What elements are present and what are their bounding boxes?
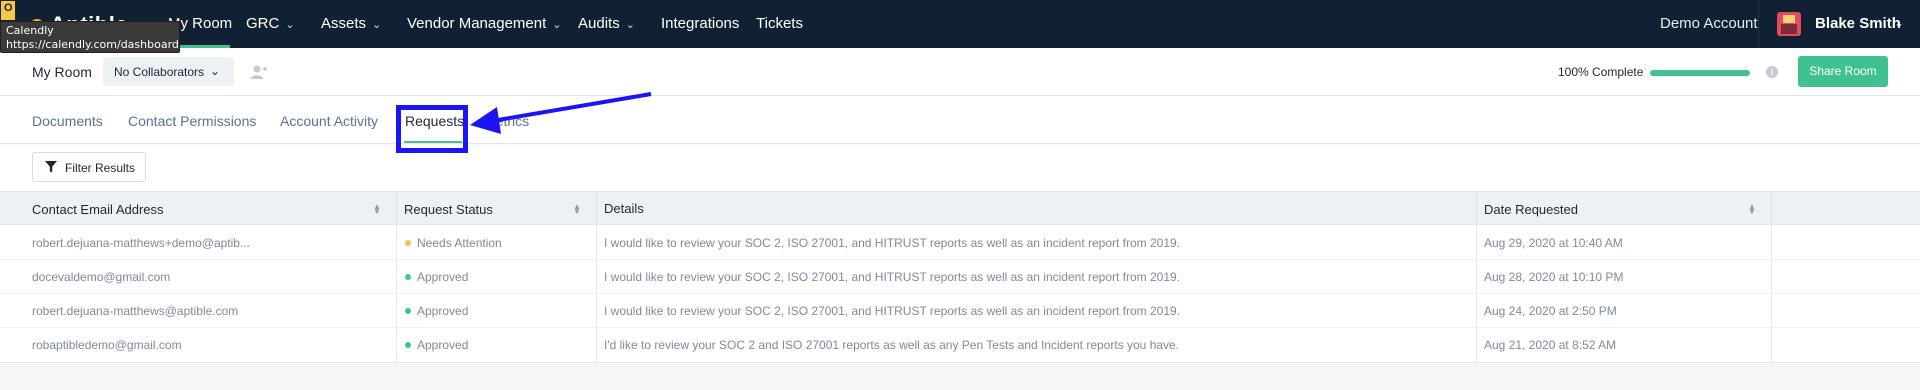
table-header: Contact Email Address ▲ ▼ Request Status …: [0, 191, 1920, 225]
chevron-down-icon[interactable]: ⌄: [1894, 16, 1904, 30]
status-dot-icon: [405, 274, 411, 280]
tooltip-url: https://calendly.com/dashboard: [6, 38, 179, 51]
extension-icon[interactable]: O: [0, 0, 16, 21]
filter-results-button[interactable]: Filter Results: [32, 152, 146, 182]
collaborators-dropdown[interactable]: No Collaborators ⌄: [103, 57, 234, 86]
row-email: docevaldemo@gmail.com: [32, 270, 171, 284]
filter-results-label: Filter Results: [65, 161, 136, 175]
nav-item-integrations[interactable]: Integrations: [661, 15, 739, 32]
column-header-details: Details: [604, 201, 644, 216]
nav-item-label: Audits: [578, 15, 620, 32]
column-header-date-requested[interactable]: Date Requested: [1484, 202, 1578, 217]
tab-metrics[interactable]: Metrics: [484, 113, 529, 129]
status-label: Needs Attention: [417, 236, 502, 250]
filter-toolbar: Filter Results: [0, 145, 1920, 191]
nav-item-label: GRC: [246, 15, 280, 32]
nav-item-assets[interactable]: Assets ⌄: [321, 15, 381, 32]
nav-item-label: Tickets: [756, 15, 803, 32]
sort-icon[interactable]: ▲ ▼: [573, 203, 581, 216]
chevron-down-icon: ⌄: [372, 19, 382, 31]
table-row[interactable]: robert.dejuana-matthews@aptible.com Appr…: [0, 294, 1920, 328]
nav-item-audits[interactable]: Audits ⌄: [578, 15, 635, 32]
row-email: robaptibledemo@gmail.com: [32, 338, 182, 352]
column-header-request-status[interactable]: Request Status: [404, 202, 493, 217]
chevron-down-icon: ⌄: [285, 19, 295, 31]
row-email: robert.dejuana-matthews+demo@aptib...: [32, 236, 250, 250]
chevron-down-icon: ⌄: [552, 19, 562, 31]
table-row[interactable]: robaptibledemo@gmail.com Approved I'd li…: [0, 328, 1920, 362]
user-name[interactable]: Blake Smith: [1815, 15, 1901, 32]
row-email: robert.dejuana-matthews@aptible.com: [32, 304, 239, 318]
tooltip-title: Calendly: [6, 24, 54, 37]
account-switcher[interactable]: Demo Account: [1660, 15, 1758, 32]
row-details: I would like to review your SOC 2, ISO 2…: [604, 270, 1181, 284]
table-row[interactable]: docevaldemo@gmail.com Approved I would l…: [0, 260, 1920, 294]
requests-table: Contact Email Address ▲ ▼ Request Status …: [0, 191, 1920, 363]
status-dot-icon: [405, 240, 411, 246]
row-details: I would like to review your SOC 2, ISO 2…: [604, 236, 1181, 250]
row-date: Aug 29, 2020 at 10:40 AM: [1484, 236, 1623, 250]
link-tooltip: Calendly https://calendly.com/dashboard: [0, 21, 180, 53]
user-avatar[interactable]: [1777, 12, 1801, 36]
tab-account-activity[interactable]: Account Activity: [280, 113, 378, 129]
room-header: My Room No Collaborators ⌄ 100% Complete…: [0, 48, 1920, 96]
row-date: Aug 21, 2020 at 8:52 AM: [1484, 338, 1617, 352]
row-date: Aug 24, 2020 at 2:50 PM: [1484, 304, 1617, 318]
status-dot-icon: [405, 342, 411, 348]
add-person-icon[interactable]: [250, 64, 268, 80]
row-details: I'd like to review your SOC 2 and ISO 27…: [604, 338, 1180, 352]
row-date: Aug 28, 2020 at 10:10 PM: [1484, 270, 1624, 284]
row-status: Needs Attention: [405, 236, 502, 250]
sort-icon[interactable]: ▲ ▼: [1748, 203, 1756, 216]
row-status: Approved: [405, 338, 468, 352]
chevron-down-icon: ⌄: [210, 64, 221, 78]
status-label: Approved: [417, 270, 469, 284]
tab-contact-permissions[interactable]: Contact Permissions: [128, 113, 256, 129]
status-label: Approved: [417, 338, 469, 352]
nav-item-label: Integrations: [661, 15, 740, 32]
room-title: My Room: [32, 64, 92, 80]
chevron-down-icon: ⌄: [625, 19, 635, 31]
nav-item-label: Assets: [321, 15, 367, 32]
progress-label: 100% Complete: [1558, 65, 1644, 79]
tab-documents[interactable]: Documents: [32, 113, 103, 129]
row-details: I would like to review your SOC 2, ISO 2…: [604, 304, 1181, 318]
column-header-contact-email[interactable]: Contact Email Address: [32, 202, 164, 217]
top-navigation: Aptible My Room GRC⌄ Assets⌄ Vendor Mana…: [0, 0, 1920, 48]
nav-divider: [1758, 0, 1759, 48]
status-dot-icon: [405, 308, 411, 314]
filter-icon: [45, 161, 57, 173]
page-background: [0, 363, 1920, 390]
row-status: Approved: [405, 270, 468, 284]
share-room-button[interactable]: Share Room: [1798, 56, 1888, 87]
collaborators-label: No Collaborators: [114, 65, 205, 79]
status-label: Approved: [417, 304, 469, 318]
progress-fill: [1650, 70, 1750, 76]
annotation-highlight-box: [396, 105, 468, 153]
row-status: Approved: [405, 304, 468, 318]
progress-bar: [1650, 70, 1750, 76]
table-row[interactable]: robert.dejuana-matthews+demo@aptib... Ne…: [0, 226, 1920, 260]
nav-item-label: Vendor Management: [407, 15, 547, 32]
nav-item-grc[interactable]: GRC ⌄: [246, 15, 295, 32]
tabs-bar: Documents Contact Permissions Account Ac…: [0, 96, 1920, 144]
nav-item-vendor-management[interactable]: Vendor Management ⌄: [407, 15, 561, 32]
nav-item-tickets[interactable]: Tickets: [756, 15, 803, 32]
sort-icon[interactable]: ▲ ▼: [373, 203, 381, 216]
info-icon[interactable]: i: [1766, 66, 1778, 78]
